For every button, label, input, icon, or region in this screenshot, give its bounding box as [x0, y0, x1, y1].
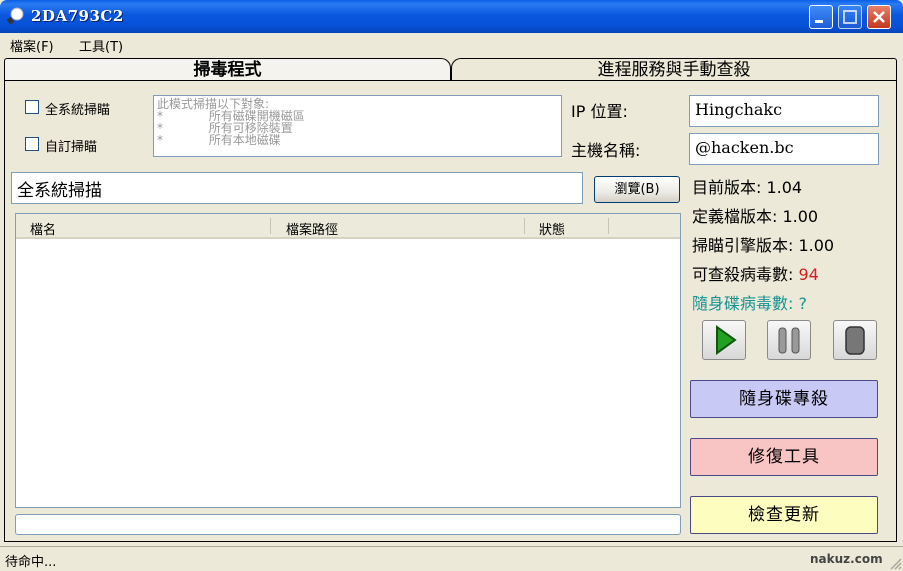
usb-virus-line: 隨身碟病毒數: ? [692, 290, 807, 314]
scan-description-box: 此模式掃描以下對象: * 所有磁碟開機磁區 * 所有可移除裝置 * 所有本地磁碟 [153, 95, 562, 157]
usb-virus-label: 隨身碟病毒數: [692, 294, 794, 313]
pause-scan-button[interactable] [767, 320, 811, 360]
pause-icon [778, 327, 800, 354]
menu-tools[interactable]: 工具(T) [79, 36, 123, 55]
column-filename[interactable]: 檔名 [30, 219, 56, 238]
menu-bar: 檔案(F) 工具(T) [0, 33, 903, 55]
column-separator[interactable] [524, 218, 525, 234]
list-header: 檔名 檔案路徑 狀態 [16, 214, 680, 239]
column-status[interactable]: 狀態 [539, 219, 565, 238]
virus-count-label: 可查殺病毒數: [692, 265, 794, 284]
hostname-field[interactable]: @hacken.bc [689, 133, 879, 165]
close-icon [873, 11, 885, 23]
play-icon [716, 325, 737, 355]
custom-scan-label: 自訂掃瞄 [45, 140, 98, 155]
menu-file[interactable]: 檔案(F) [10, 36, 54, 55]
hostname-label: 主機名稱: [571, 141, 641, 160]
current-version: 目前版本: 1.04 [692, 178, 803, 197]
maximize-icon [843, 10, 857, 24]
stop-scan-button[interactable] [833, 320, 877, 360]
tab-process-services[interactable]: 進程服務與手動查殺 [451, 58, 897, 81]
full-scan-checkbox[interactable] [25, 100, 39, 114]
description-line: * 所有本地磁碟 [157, 133, 281, 147]
ip-label: IP 位置: [571, 102, 628, 121]
custom-scan-checkbox[interactable] [25, 137, 39, 151]
watermark: nakuz.com [810, 552, 883, 566]
title-bar[interactable]: 2DA793C2 [0, 0, 903, 33]
usb-kill-button[interactable]: 隨身碟專殺 [690, 380, 878, 418]
tab-strip: 掃毒程式 進程服務與手動查殺 [4, 58, 897, 81]
check-update-button[interactable]: 檢查更新 [690, 496, 878, 534]
minimize-button[interactable] [809, 5, 833, 29]
app-window: 2DA793C2 檔案(F) 工具(T) 掃毒程式 進程服務與手動查殺 全系統掃… [0, 0, 903, 571]
stop-icon [845, 326, 865, 355]
engine-version: 掃瞄引擎版本: 1.00 [692, 236, 835, 255]
repair-tools-button[interactable]: 修復工具 [690, 438, 878, 476]
usb-virus-value: ? [798, 294, 808, 313]
column-separator[interactable] [608, 218, 609, 234]
scan-path-input[interactable]: 全系統掃描 [11, 172, 583, 204]
virus-count-value: 94 [798, 265, 819, 284]
full-scan-label: 全系統掃瞄 [45, 103, 111, 118]
minimize-icon [815, 20, 823, 23]
definition-version: 定義檔版本: 1.00 [692, 207, 819, 226]
browse-button[interactable]: 瀏覽(B) [594, 176, 680, 203]
resize-grip-icon[interactable] [887, 555, 903, 571]
tab-antivirus[interactable]: 掃毒程式 [4, 58, 451, 81]
start-scan-button[interactable] [702, 320, 746, 360]
close-button[interactable] [867, 5, 891, 29]
status-bar: 待命中... nakuz.com [0, 546, 903, 571]
column-separator[interactable] [270, 218, 271, 234]
virus-count-line: 可查殺病毒數: 94 [692, 261, 819, 285]
scan-results-list[interactable]: 檔名 檔案路徑 狀態 [15, 213, 681, 508]
scan-progress-bar [15, 514, 681, 535]
app-icon [6, 7, 24, 25]
column-filepath[interactable]: 檔案路徑 [286, 219, 338, 238]
maximize-button[interactable] [838, 5, 862, 29]
window-title: 2DA793C2 [31, 7, 124, 25]
ip-field[interactable]: Hingchakc [689, 95, 879, 127]
status-text: 待命中... [5, 555, 57, 570]
